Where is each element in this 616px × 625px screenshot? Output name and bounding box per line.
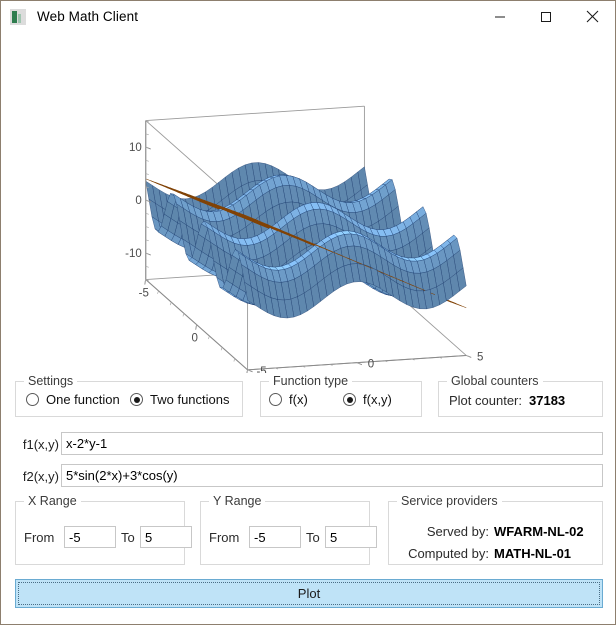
close-icon (586, 10, 598, 23)
close-button[interactable] (569, 1, 615, 32)
function-type-group: Function type f(x) f(x,y) (260, 374, 422, 417)
y-range-group: Y Range From To (200, 494, 377, 565)
f2-label: f2(x,y) (22, 469, 59, 484)
computed-by-label: Computed by: (408, 546, 489, 561)
two-functions-label: Two functions (150, 392, 230, 407)
svg-text:-10: -10 (125, 248, 142, 260)
minimize-button[interactable] (477, 1, 523, 32)
function-type-legend: Function type (269, 374, 353, 388)
y-range-legend: Y Range (209, 494, 266, 508)
svg-text:-5: -5 (139, 288, 149, 300)
window-title: Web Math Client (37, 9, 139, 24)
computed-by-value: MATH-NL-01 (494, 546, 572, 561)
radio-one-function[interactable]: One function (26, 392, 120, 407)
plot-button-label: Plot (297, 586, 321, 601)
svg-text:0: 0 (368, 359, 374, 371)
x-range-legend: X Range (24, 494, 81, 508)
two-functions-radio[interactable] (130, 393, 143, 406)
y-to-label: To (306, 530, 320, 545)
x-from-label: From (24, 530, 55, 545)
surface-plot-canvas: -10010-505-505 (125, 105, 483, 373)
radio-fxy[interactable]: f(x,y) (343, 392, 392, 407)
f1-label: f1(x,y) (22, 437, 59, 452)
fx-label: f(x) (289, 392, 308, 407)
global-counters-group: Global counters Plot counter: 37183 (438, 374, 603, 417)
f2-input[interactable] (61, 464, 603, 487)
y-from-input[interactable] (249, 526, 301, 548)
app-window: Web Math Client -10 0 10 -5 0 -5 0 5 Set… (0, 0, 616, 625)
maximize-button[interactable] (523, 1, 569, 32)
served-by-value: WFARM-NL-02 (494, 524, 584, 539)
plot-counter-label: Plot counter: (449, 393, 522, 408)
radio-two-functions[interactable]: Two functions (130, 392, 230, 407)
served-by-label: Served by: (426, 524, 489, 539)
plot-button[interactable]: Plot (15, 579, 603, 608)
svg-text:5: 5 (477, 351, 483, 363)
title-bar: Web Math Client (1, 1, 615, 33)
f1-input[interactable] (61, 432, 603, 455)
svg-text:0: 0 (191, 333, 197, 345)
svg-text:-5: -5 (256, 366, 266, 373)
surface-plot[interactable]: -10010-505-505 (1, 33, 615, 373)
x-range-group: X Range From To (15, 494, 192, 565)
fxy-radio[interactable] (343, 393, 356, 406)
fxy-label: f(x,y) (363, 392, 392, 407)
y-from-label: From (209, 530, 240, 545)
svg-text:0: 0 (135, 195, 141, 207)
plot-counter-value: 37183 (529, 393, 566, 408)
service-providers-legend: Service providers (397, 494, 502, 508)
maximize-icon (541, 11, 551, 22)
one-function-radio[interactable] (26, 393, 39, 406)
settings-group: Settings One function Two functions (15, 374, 243, 417)
y-to-input[interactable] (325, 526, 377, 548)
radio-fx[interactable]: f(x) (269, 392, 308, 407)
app-icon (10, 8, 26, 25)
plot-surfaces (145, 162, 467, 319)
window-controls (477, 1, 615, 32)
svg-text:10: 10 (129, 142, 142, 154)
fx-radio[interactable] (269, 393, 282, 406)
x-to-label: To (121, 530, 135, 545)
minimize-icon (495, 16, 505, 17)
x-to-input[interactable] (140, 526, 192, 548)
settings-legend: Settings (24, 374, 78, 388)
x-from-input[interactable] (64, 526, 116, 548)
one-function-label: One function (46, 392, 120, 407)
global-counters-legend: Global counters (447, 374, 543, 388)
service-providers-group: Service providers Served by: WFARM-NL-02… (388, 494, 603, 565)
